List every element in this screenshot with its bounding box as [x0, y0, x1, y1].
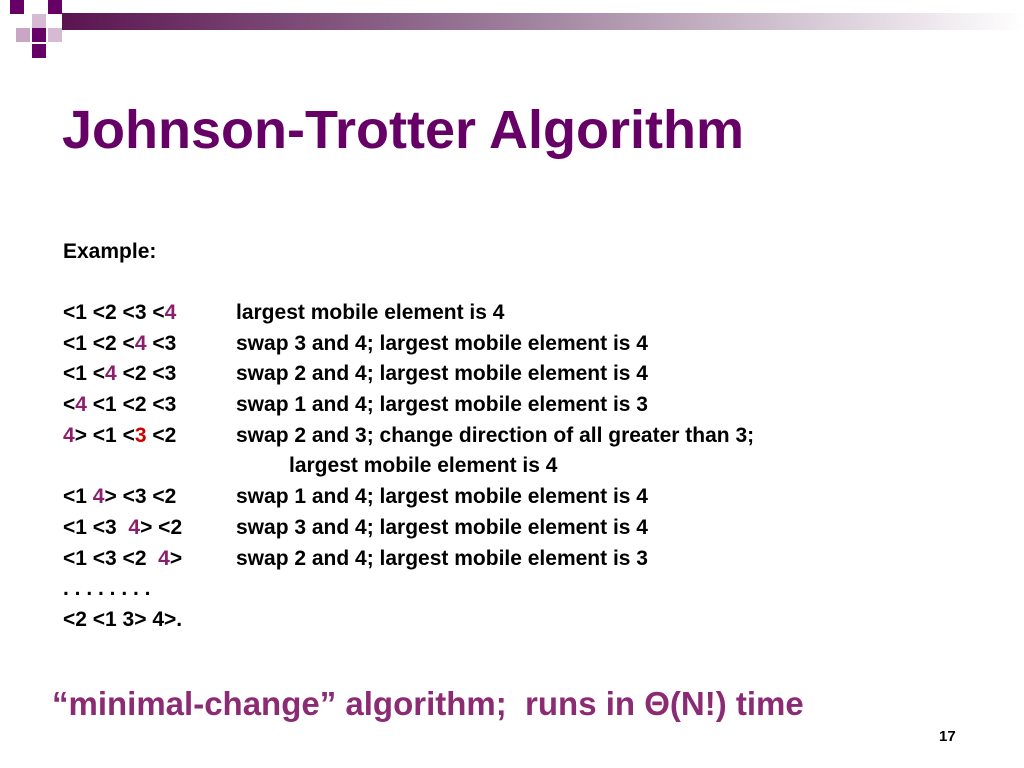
step-description: swap 1 and 4; largest mobile element is … [236, 485, 648, 509]
permutation: . . . . . . . . [63, 574, 151, 604]
step-description: largest mobile element is 4 [236, 301, 505, 324]
permutation-text: <1 < [63, 362, 106, 386]
permutation-text: <1 <3 [63, 515, 129, 539]
footer-note: “minimal-change” algorithm; runs in Θ(N!… [52, 685, 804, 722]
permutation: <1 <3 4> <2 [63, 513, 182, 543]
header-gradient-bar [62, 13, 1024, 30]
permutation-text: <1 [63, 485, 93, 509]
permutation: <2 <1 3> 4>. [63, 605, 182, 635]
header-square [32, 28, 46, 42]
highlighted-element: 4 [134, 331, 147, 355]
highlighted-element: 4 [164, 301, 177, 324]
permutation-text: > <2 [140, 515, 183, 539]
header-square [48, 0, 62, 14]
header-square [10, 0, 24, 14]
permutation: <1 <2 <4 <3 [63, 329, 176, 359]
permutation-text: > [169, 546, 183, 570]
step-description: swap 2 and 4; largest mobile element is … [236, 546, 648, 570]
header-decoration [10, 0, 1024, 58]
permutation-text: <2 <1 3> 4>. [63, 607, 183, 631]
permutation: <4 <1 <2 <3 [63, 390, 176, 420]
permutation: <1 <4 <2 <3 [63, 359, 176, 389]
permutation-text: <1 <2 <3 < [63, 301, 165, 324]
step-description: swap 2 and 3; change direction of all gr… [236, 423, 755, 447]
permutation-text: <1 <2 < [63, 331, 135, 355]
step-description: swap 2 and 4; largest mobile element is … [236, 362, 648, 386]
header-square [32, 14, 46, 28]
highlighted-element: 4 [158, 546, 170, 570]
highlighted-element: 4 [63, 423, 75, 447]
highlighted-element: 4 [105, 362, 117, 386]
permutation-text: <2 [146, 423, 177, 447]
permutation: 4> <1 <3 <2 [63, 421, 176, 451]
example-label: Example: [63, 240, 157, 263]
permutation-text: <1 <3 <2 [63, 546, 159, 570]
permutation: <1 <3 <2 4> [63, 544, 182, 574]
permutation-text: <1 <2 <3 [86, 393, 177, 417]
page-number: 17 [939, 728, 956, 745]
highlighted-element: 4 [92, 485, 105, 509]
permutation: <1 <2 <3 <4 [63, 298, 176, 328]
permutation-text: . . . . . . . . [63, 577, 151, 601]
step-description: swap 1 and 4; largest mobile element is … [236, 393, 648, 417]
highlighted-element: 4 [128, 515, 141, 539]
permutation-text: > <1 < [74, 423, 135, 447]
step-description: largest mobile element is 4 [289, 454, 558, 478]
highlighted-element: 3 [134, 423, 147, 447]
header-square [16, 28, 30, 42]
slide-title: Johnson-Trotter Algorithm [62, 100, 744, 160]
permutation-text: > <3 <2 [104, 485, 177, 509]
permutation: <1 4> <3 <2 [63, 482, 176, 512]
header-square [48, 28, 62, 42]
header-square [32, 44, 46, 58]
step-description: swap 3 and 4; largest mobile element is … [236, 515, 648, 539]
highlighted-element: 4 [75, 393, 87, 417]
step-description: swap 3 and 4; largest mobile element is … [236, 331, 648, 355]
permutation-text: <2 <3 [116, 362, 177, 386]
permutation-text: <3 [146, 331, 177, 355]
permutation-text: < [63, 393, 76, 417]
